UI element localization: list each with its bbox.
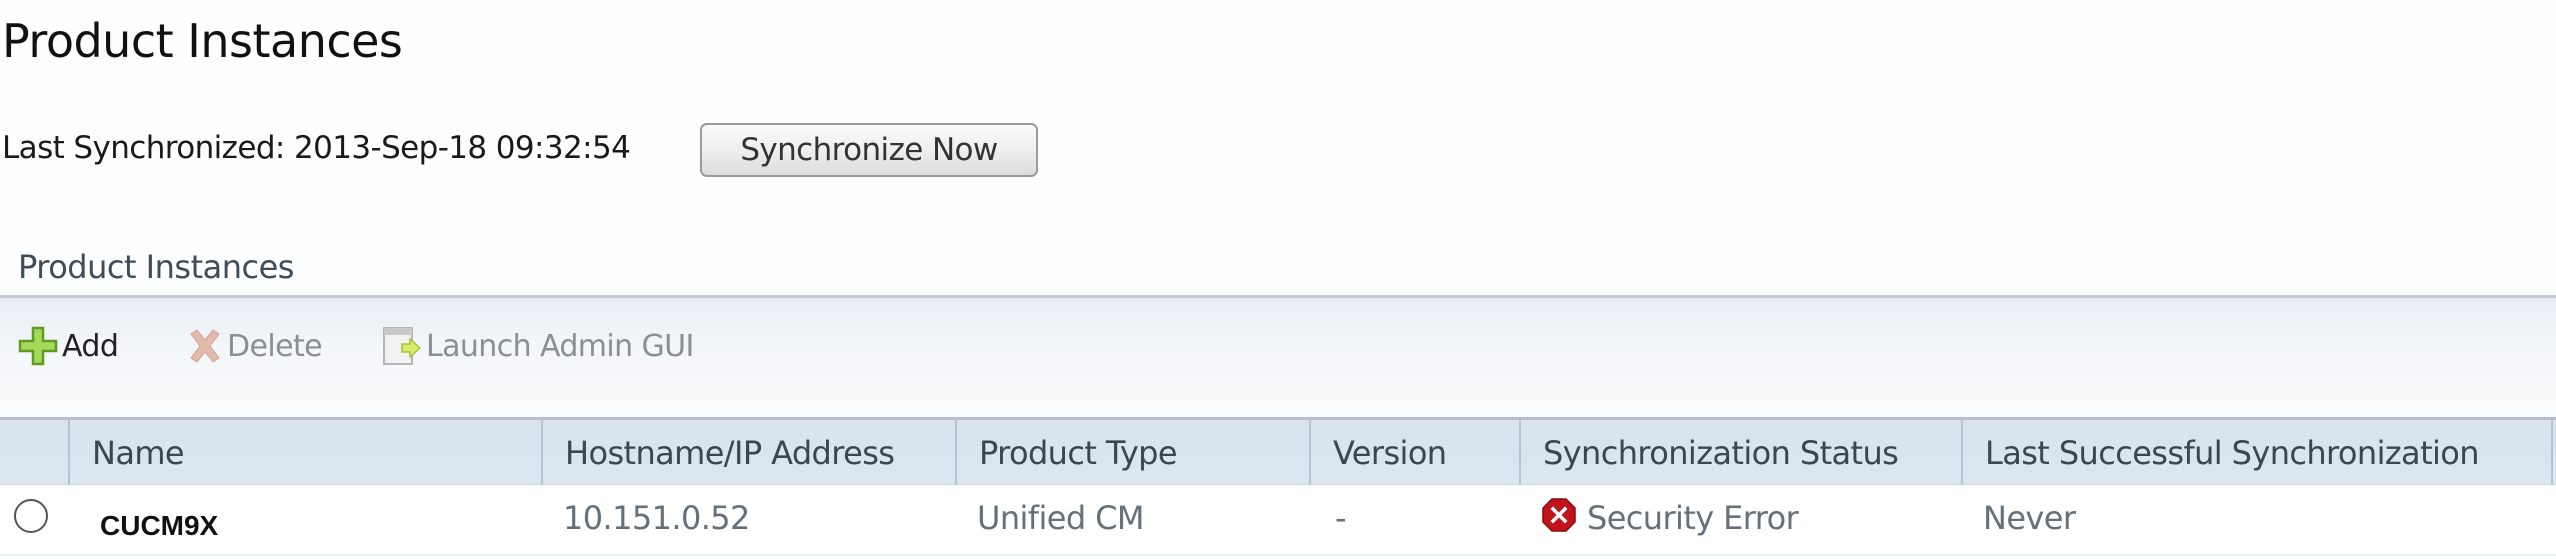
delete-button[interactable]: Delete <box>185 326 323 366</box>
product-instances-table: Name Hostname/IP Address Product Type Ve… <box>0 417 2556 556</box>
delete-label: Delete <box>227 328 323 364</box>
cell-product-type: Unified CM <box>977 499 1144 537</box>
sync-status-label: Security Error <box>1587 499 1799 537</box>
column-header-name[interactable]: Name <box>68 420 541 485</box>
cell-name: CUCM9X <box>100 510 219 541</box>
table-row[interactable]: CUCM9X 10.151.0.52 Unified CM - Security… <box>0 485 2556 556</box>
plus-icon <box>18 326 58 366</box>
add-label: Add <box>62 328 119 364</box>
add-button[interactable]: Add <box>16 326 119 366</box>
table-header: Name Hostname/IP Address Product Type Ve… <box>0 417 2556 485</box>
section-title: Product Instances <box>18 248 294 286</box>
column-header-hostname[interactable]: Hostname/IP Address <box>541 420 955 485</box>
launch-window-icon <box>383 327 422 365</box>
last-synchronized-label: Last Synchronized: 2013-Sep-18 09:32:54 <box>2 130 631 166</box>
toolbar: Add Delete Launch Admin GUI <box>0 295 2556 417</box>
column-header-last-success[interactable]: Last Successful Synchronization <box>1961 420 2553 485</box>
launch-admin-gui-label: Launch Admin GUI <box>426 328 694 364</box>
column-header-version[interactable]: Version <box>1309 420 1519 485</box>
cell-hostname: 10.151.0.52 <box>563 499 750 537</box>
cell-version: - <box>1335 499 1347 537</box>
cell-sync-status: Security Error <box>1541 485 1799 551</box>
launch-admin-gui-button[interactable]: Launch Admin GUI <box>380 326 694 366</box>
delete-x-icon <box>190 329 220 363</box>
column-header-product-type[interactable]: Product Type <box>955 420 1309 485</box>
page-title: Product Instances <box>2 14 403 68</box>
cell-last-success: Never <box>1983 499 2076 537</box>
select-column-header <box>0 420 68 485</box>
error-icon <box>1542 498 1576 532</box>
synchronize-now-button[interactable]: Synchronize Now <box>700 123 1038 177</box>
row-select-radio[interactable] <box>14 499 48 533</box>
column-header-sync-status[interactable]: Synchronization Status <box>1519 420 1961 485</box>
